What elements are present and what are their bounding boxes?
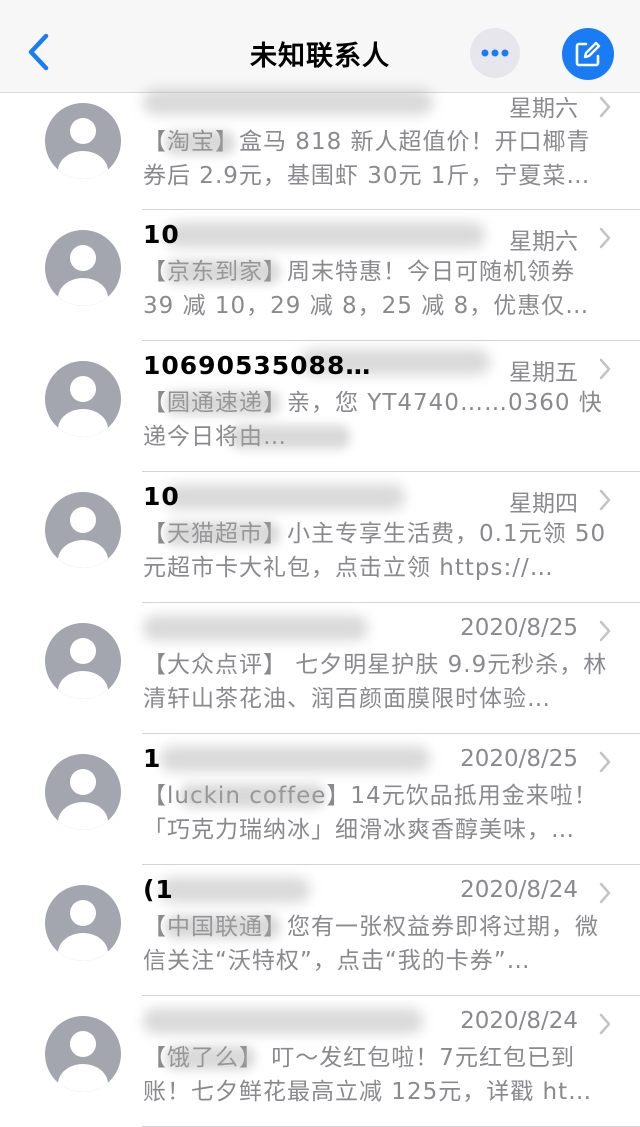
redacted-preview [165, 915, 280, 939]
chevron-left-icon [28, 33, 49, 71]
chevron-right-icon [599, 358, 611, 380]
message-row[interactable]: 10690535088… 星期五 【圆通速递】亲，您 YT4740……0360 … [0, 341, 640, 472]
message-row[interactable]: (1 2020/8/24 【中国联通】您有一张权益券即将过期，微信关注“沃特权”… [0, 865, 640, 996]
chevron-right-icon [599, 620, 611, 642]
message-row[interactable]: 2020/8/25 【大众点评】 七夕明星护肤 9.9元秒杀，林清轩山茶花油、润… [0, 603, 640, 734]
redacted-sender [143, 1008, 423, 1034]
message-preview: 【大众点评】 七夕明星护肤 9.9元秒杀，林清轩山茶花油、润百颜面膜限时体验… [143, 652, 608, 712]
message-row[interactable]: 1 2020/8/25 【luckin coffee】14元饮品抵用金来啦！「巧… [0, 734, 640, 865]
message-date: 2020/8/25 [460, 615, 578, 641]
redacted-sender [143, 615, 368, 641]
chevron-right-icon [599, 751, 611, 773]
contact-avatar-icon [45, 492, 121, 568]
message-list: 星期六 【淘宝】盒马 818 新人超值价！开口椰青券后 2.9元，基围虾 30元… [0, 89, 640, 1127]
chevron-right-icon [599, 489, 611, 511]
contact-avatar-icon [45, 623, 121, 699]
chevron-right-icon [599, 227, 611, 249]
redacted-preview [165, 391, 280, 415]
redacted-preview [180, 784, 325, 808]
redacted-sender [143, 89, 433, 115]
chevron-right-icon [599, 882, 611, 904]
more-button[interactable] [470, 28, 520, 78]
redacted-preview [165, 1046, 255, 1070]
message-date: 星期六 [509, 229, 578, 255]
message-row[interactable]: 星期六 【淘宝】盒马 818 新人超值价！开口椰青券后 2.9元，基围虾 30元… [0, 89, 640, 210]
ellipsis-icon [481, 49, 509, 57]
compose-button[interactable] [562, 28, 614, 80]
message-date: 星期四 [509, 491, 578, 517]
message-date: 2020/8/24 [460, 1008, 578, 1034]
message-date: 2020/8/25 [460, 746, 578, 772]
navigation-bar: 未知联系人 [0, 0, 640, 93]
message-date: 星期六 [509, 96, 578, 122]
contact-avatar-icon [45, 230, 121, 306]
contact-avatar-icon [45, 361, 121, 437]
sender-name: 10 [143, 220, 180, 249]
message-row[interactable]: 10 星期四 【天猫超市】小主专享生活费，0.1元领 50元超市卡大礼包，点击立… [0, 472, 640, 603]
redacted-preview [165, 522, 280, 546]
chevron-right-icon [599, 1013, 611, 1035]
contact-avatar-icon [45, 1016, 121, 1092]
chevron-right-icon [599, 96, 611, 118]
redacted-preview [165, 260, 280, 284]
compose-icon [575, 41, 601, 67]
contact-avatar-icon [45, 103, 121, 179]
contact-avatar-icon [45, 754, 121, 830]
redacted-preview [230, 425, 350, 449]
contact-avatar-icon [45, 885, 121, 961]
message-date: 2020/8/24 [460, 877, 578, 903]
sender-name: 1 [143, 744, 162, 773]
redacted-preview [165, 131, 235, 155]
page-title: 未知联系人 [250, 41, 390, 72]
sender-name: (1 [143, 875, 174, 904]
message-row[interactable]: 10 星期六 【京东到家】周末特惠！今日可随机领券 39 减 10，29 减 8… [0, 210, 640, 341]
sender-name: 10 [143, 482, 180, 511]
back-button[interactable] [22, 30, 58, 74]
message-date: 星期五 [509, 360, 578, 386]
message-row[interactable]: 2020/8/24 【饿了么】 叮～发红包啦！7元红包已到账！七夕鲜花最高立减 … [0, 996, 640, 1127]
sender-name: 10690535088… [143, 351, 372, 380]
